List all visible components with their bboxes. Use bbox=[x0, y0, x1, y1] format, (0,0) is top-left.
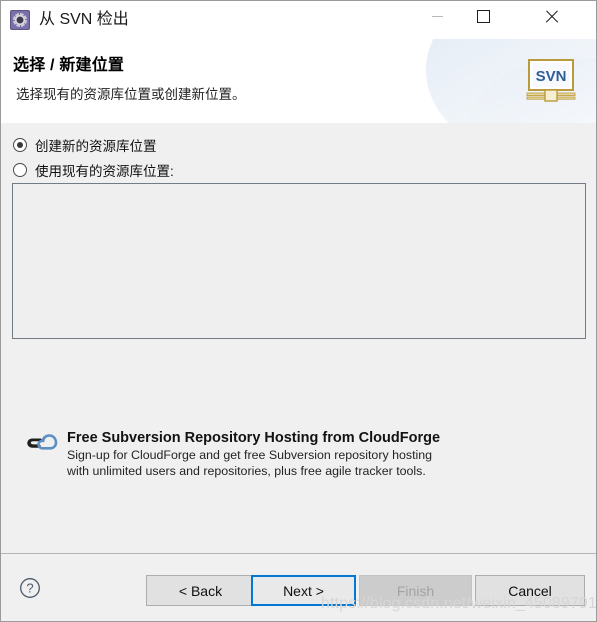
cloudforge-description-line1: Sign-up for CloudForge and get free Subv… bbox=[67, 448, 433, 463]
close-icon bbox=[545, 10, 558, 23]
finish-button: Finish bbox=[359, 575, 472, 606]
gear-icon bbox=[13, 13, 27, 27]
cloudforge-title: Free Subversion Repository Hosting from … bbox=[67, 430, 441, 446]
close-button[interactable] bbox=[528, 1, 574, 32]
dialog-body: 创建新的资源库位置 使用现有的资源库位置: Free Subversion Re… bbox=[1, 123, 596, 553]
cloudforge-description-line2: with unlimited users and repositories, p… bbox=[67, 463, 426, 478]
page-subtitle: 选择现有的资源库位置或创建新位置。 bbox=[16, 87, 246, 102]
cancel-button[interactable]: Cancel bbox=[475, 575, 585, 606]
window-title: 从 SVN 检出 bbox=[39, 11, 129, 28]
radio-use-existing-location[interactable]: 使用现有的资源库位置: bbox=[13, 160, 174, 180]
maximize-icon bbox=[476, 10, 490, 23]
minimize-icon bbox=[431, 16, 443, 17]
repository-location-list[interactable] bbox=[12, 183, 586, 339]
next-button[interactable]: Next > bbox=[251, 575, 356, 606]
svn-banner-icon: SVN bbox=[526, 59, 576, 102]
minimize-button[interactable] bbox=[414, 1, 460, 32]
help-icon[interactable]: ? bbox=[19, 577, 41, 599]
title-bar: 从 SVN 检出 bbox=[1, 1, 596, 39]
svn-gear-icon bbox=[10, 10, 30, 30]
dialog-button-bar: ? < Back Next > Finish Cancel bbox=[1, 553, 596, 621]
radio-use-existing-location-label: 使用现有的资源库位置: bbox=[35, 164, 174, 179]
checkout-from-svn-dialog: 从 SVN 检出 选择 / 新建位置 选择现有的资源库位置或创建新位置。 SVN bbox=[0, 0, 597, 622]
radio-selected-icon bbox=[13, 138, 27, 152]
radio-create-new-location[interactable]: 创建新的资源库位置 bbox=[13, 135, 157, 155]
svg-text:?: ? bbox=[26, 581, 33, 596]
cloudforge-promo: Free Subversion Repository Hosting from … bbox=[25, 429, 525, 480]
page-title: 选择 / 新建位置 bbox=[13, 57, 125, 74]
maximize-button[interactable] bbox=[460, 1, 506, 32]
radio-create-new-location-label: 创建新的资源库位置 bbox=[35, 139, 157, 154]
radio-unselected-icon bbox=[13, 163, 27, 177]
svn-banner-label: SVN bbox=[536, 68, 567, 85]
cloudforge-description: Sign-up for CloudForge and get free Subv… bbox=[67, 448, 525, 480]
cloud-link-icon bbox=[27, 434, 58, 450]
wizard-header: 选择 / 新建位置 选择现有的资源库位置或创建新位置。 SVN bbox=[1, 39, 596, 124]
back-button[interactable]: < Back bbox=[146, 575, 255, 606]
